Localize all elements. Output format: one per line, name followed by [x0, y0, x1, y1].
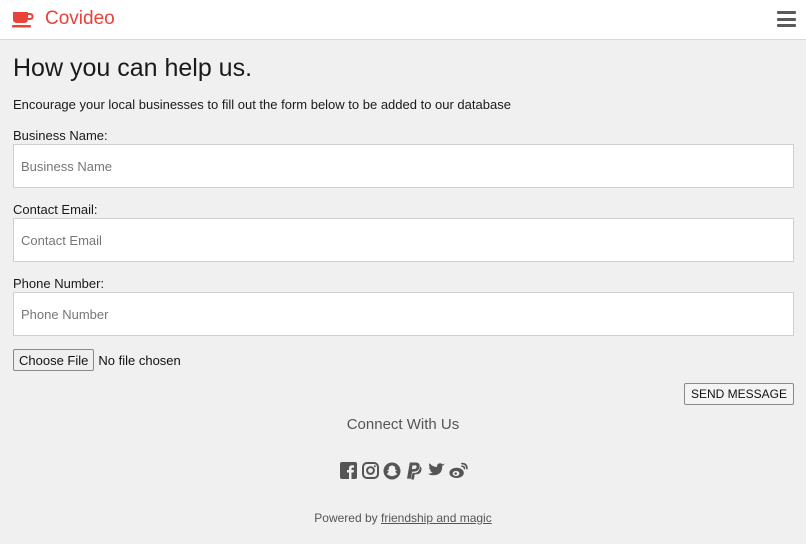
footer: Powered by friendship and magic: [0, 511, 806, 526]
hamburger-bar: [777, 17, 796, 21]
page-title: How you can help us.: [13, 54, 253, 82]
facebook-icon[interactable]: [339, 461, 358, 480]
paypal-icon[interactable]: [405, 461, 424, 480]
brand-name: Covideo: [45, 8, 115, 29]
twitter-icon[interactable]: [427, 461, 446, 480]
business-name-input[interactable]: [13, 144, 794, 188]
file-upload: Choose File No file chosen: [13, 349, 181, 371]
navbar: Covideo: [0, 0, 806, 40]
intro-text: Encourage your local businesses to fill …: [13, 97, 511, 112]
coffee-cup-icon: [12, 8, 34, 30]
social-icons: [0, 461, 806, 480]
footer-prefix: Powered by: [314, 511, 381, 525]
choose-file-button[interactable]: Choose File: [13, 349, 95, 371]
snapchat-icon[interactable]: [383, 461, 402, 480]
footer-link[interactable]: friendship and magic: [381, 511, 492, 525]
connect-title: Connect With Us: [346, 416, 460, 433]
instagram-icon[interactable]: [361, 461, 380, 480]
phone-number-input[interactable]: [13, 292, 794, 336]
file-status: No file chosen: [98, 352, 181, 368]
contact-email-input[interactable]: [13, 218, 794, 262]
hamburger-menu-icon[interactable]: [777, 11, 796, 27]
hamburger-bar: [777, 24, 796, 27]
business-name-label: Business Name:: [13, 128, 108, 143]
phone-number-label: Phone Number:: [13, 276, 105, 291]
send-message-button[interactable]: SEND MESSAGE: [683, 383, 794, 405]
weibo-icon[interactable]: [448, 461, 468, 480]
hamburger-bar: [777, 11, 796, 14]
brand-link[interactable]: Covideo: [12, 8, 115, 30]
contact-email-label: Contact Email:: [13, 202, 98, 217]
